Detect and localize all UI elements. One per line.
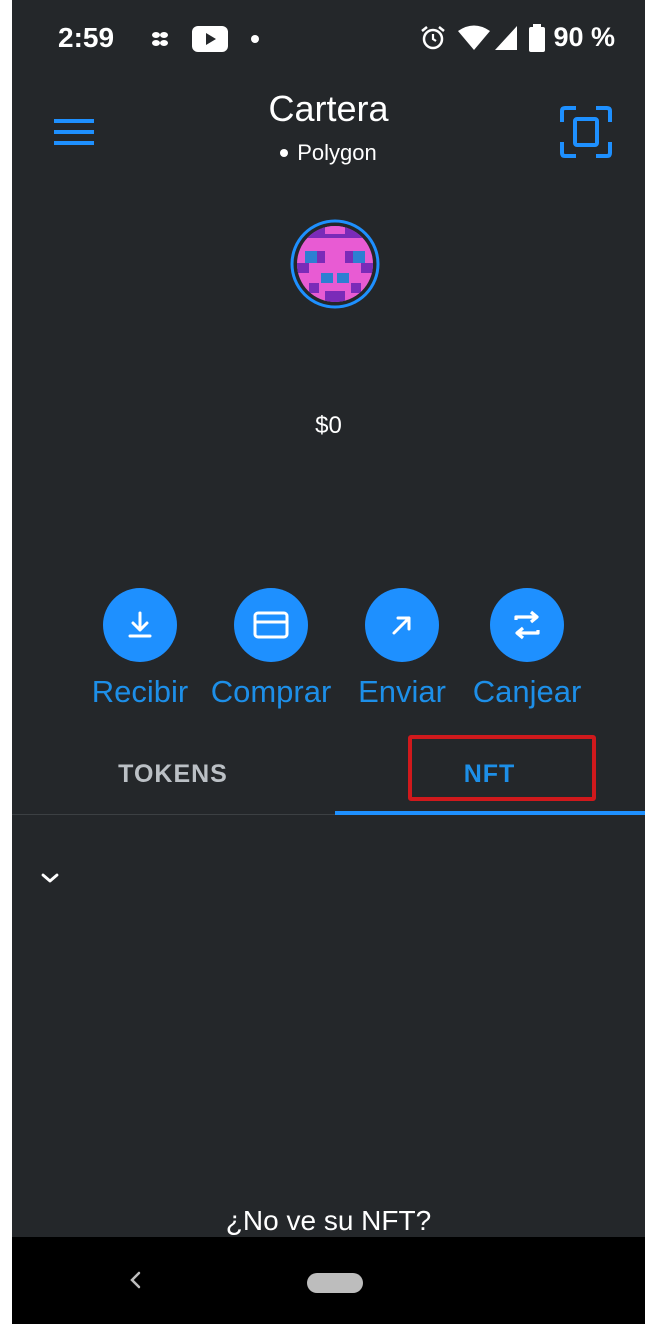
qr-scan-icon bbox=[560, 106, 612, 158]
download-icon bbox=[128, 611, 152, 638]
battery-icon bbox=[529, 23, 546, 52]
nft-tab-highlight-box bbox=[408, 735, 596, 801]
receive-button[interactable] bbox=[103, 588, 177, 662]
system-nav-bar bbox=[12, 1237, 645, 1324]
card-icon bbox=[253, 611, 289, 639]
nav-back-button[interactable] bbox=[120, 1265, 150, 1295]
receive-label[interactable]: Recibir bbox=[92, 674, 188, 710]
send-button[interactable] bbox=[365, 588, 439, 662]
buy-label[interactable]: Comprar bbox=[211, 674, 332, 710]
pinwheel-icon bbox=[152, 32, 168, 46]
cell-signal-icon bbox=[495, 25, 518, 50]
wifi-icon bbox=[458, 25, 491, 50]
account-balance: $0 bbox=[315, 412, 342, 439]
swap-label[interactable]: Canjear bbox=[473, 674, 582, 710]
battery-percentage: 90 % bbox=[553, 22, 615, 52]
status-time: 2:59 bbox=[58, 22, 115, 53]
network-status-dot bbox=[280, 149, 289, 157]
nav-home-button[interactable] bbox=[307, 1273, 363, 1293]
chevron-down-icon bbox=[41, 873, 59, 883]
back-chevron-icon bbox=[130, 1271, 141, 1289]
scan-button[interactable] bbox=[556, 102, 616, 162]
send-label[interactable]: Enviar bbox=[358, 674, 446, 710]
tab-tokens[interactable]: TOKENS bbox=[12, 735, 334, 813]
swap-icon bbox=[514, 610, 540, 640]
network-selector[interactable]: Polygon bbox=[12, 140, 645, 166]
page-title: Cartera bbox=[268, 88, 389, 129]
identicon-avatar bbox=[290, 219, 380, 309]
swap-button[interactable] bbox=[490, 588, 564, 662]
missing-nft-link[interactable]: ¿No ve su NFT? bbox=[12, 1205, 645, 1237]
active-tab-indicator bbox=[335, 811, 645, 815]
alarm-icon bbox=[421, 25, 446, 49]
youtube-icon bbox=[192, 26, 228, 52]
arrow-up-right-icon bbox=[392, 616, 411, 635]
account-avatar[interactable] bbox=[290, 219, 380, 309]
buy-button[interactable] bbox=[234, 588, 308, 662]
network-name: Polygon bbox=[297, 140, 377, 165]
collection-collapse-toggle[interactable] bbox=[36, 864, 64, 892]
notification-dot-icon bbox=[251, 35, 259, 43]
app-screen: 2:59 90 % Cartera Polygon $0 Recibir Com… bbox=[12, 0, 645, 1324]
status-bar: 2:59 90 % bbox=[12, 0, 645, 84]
